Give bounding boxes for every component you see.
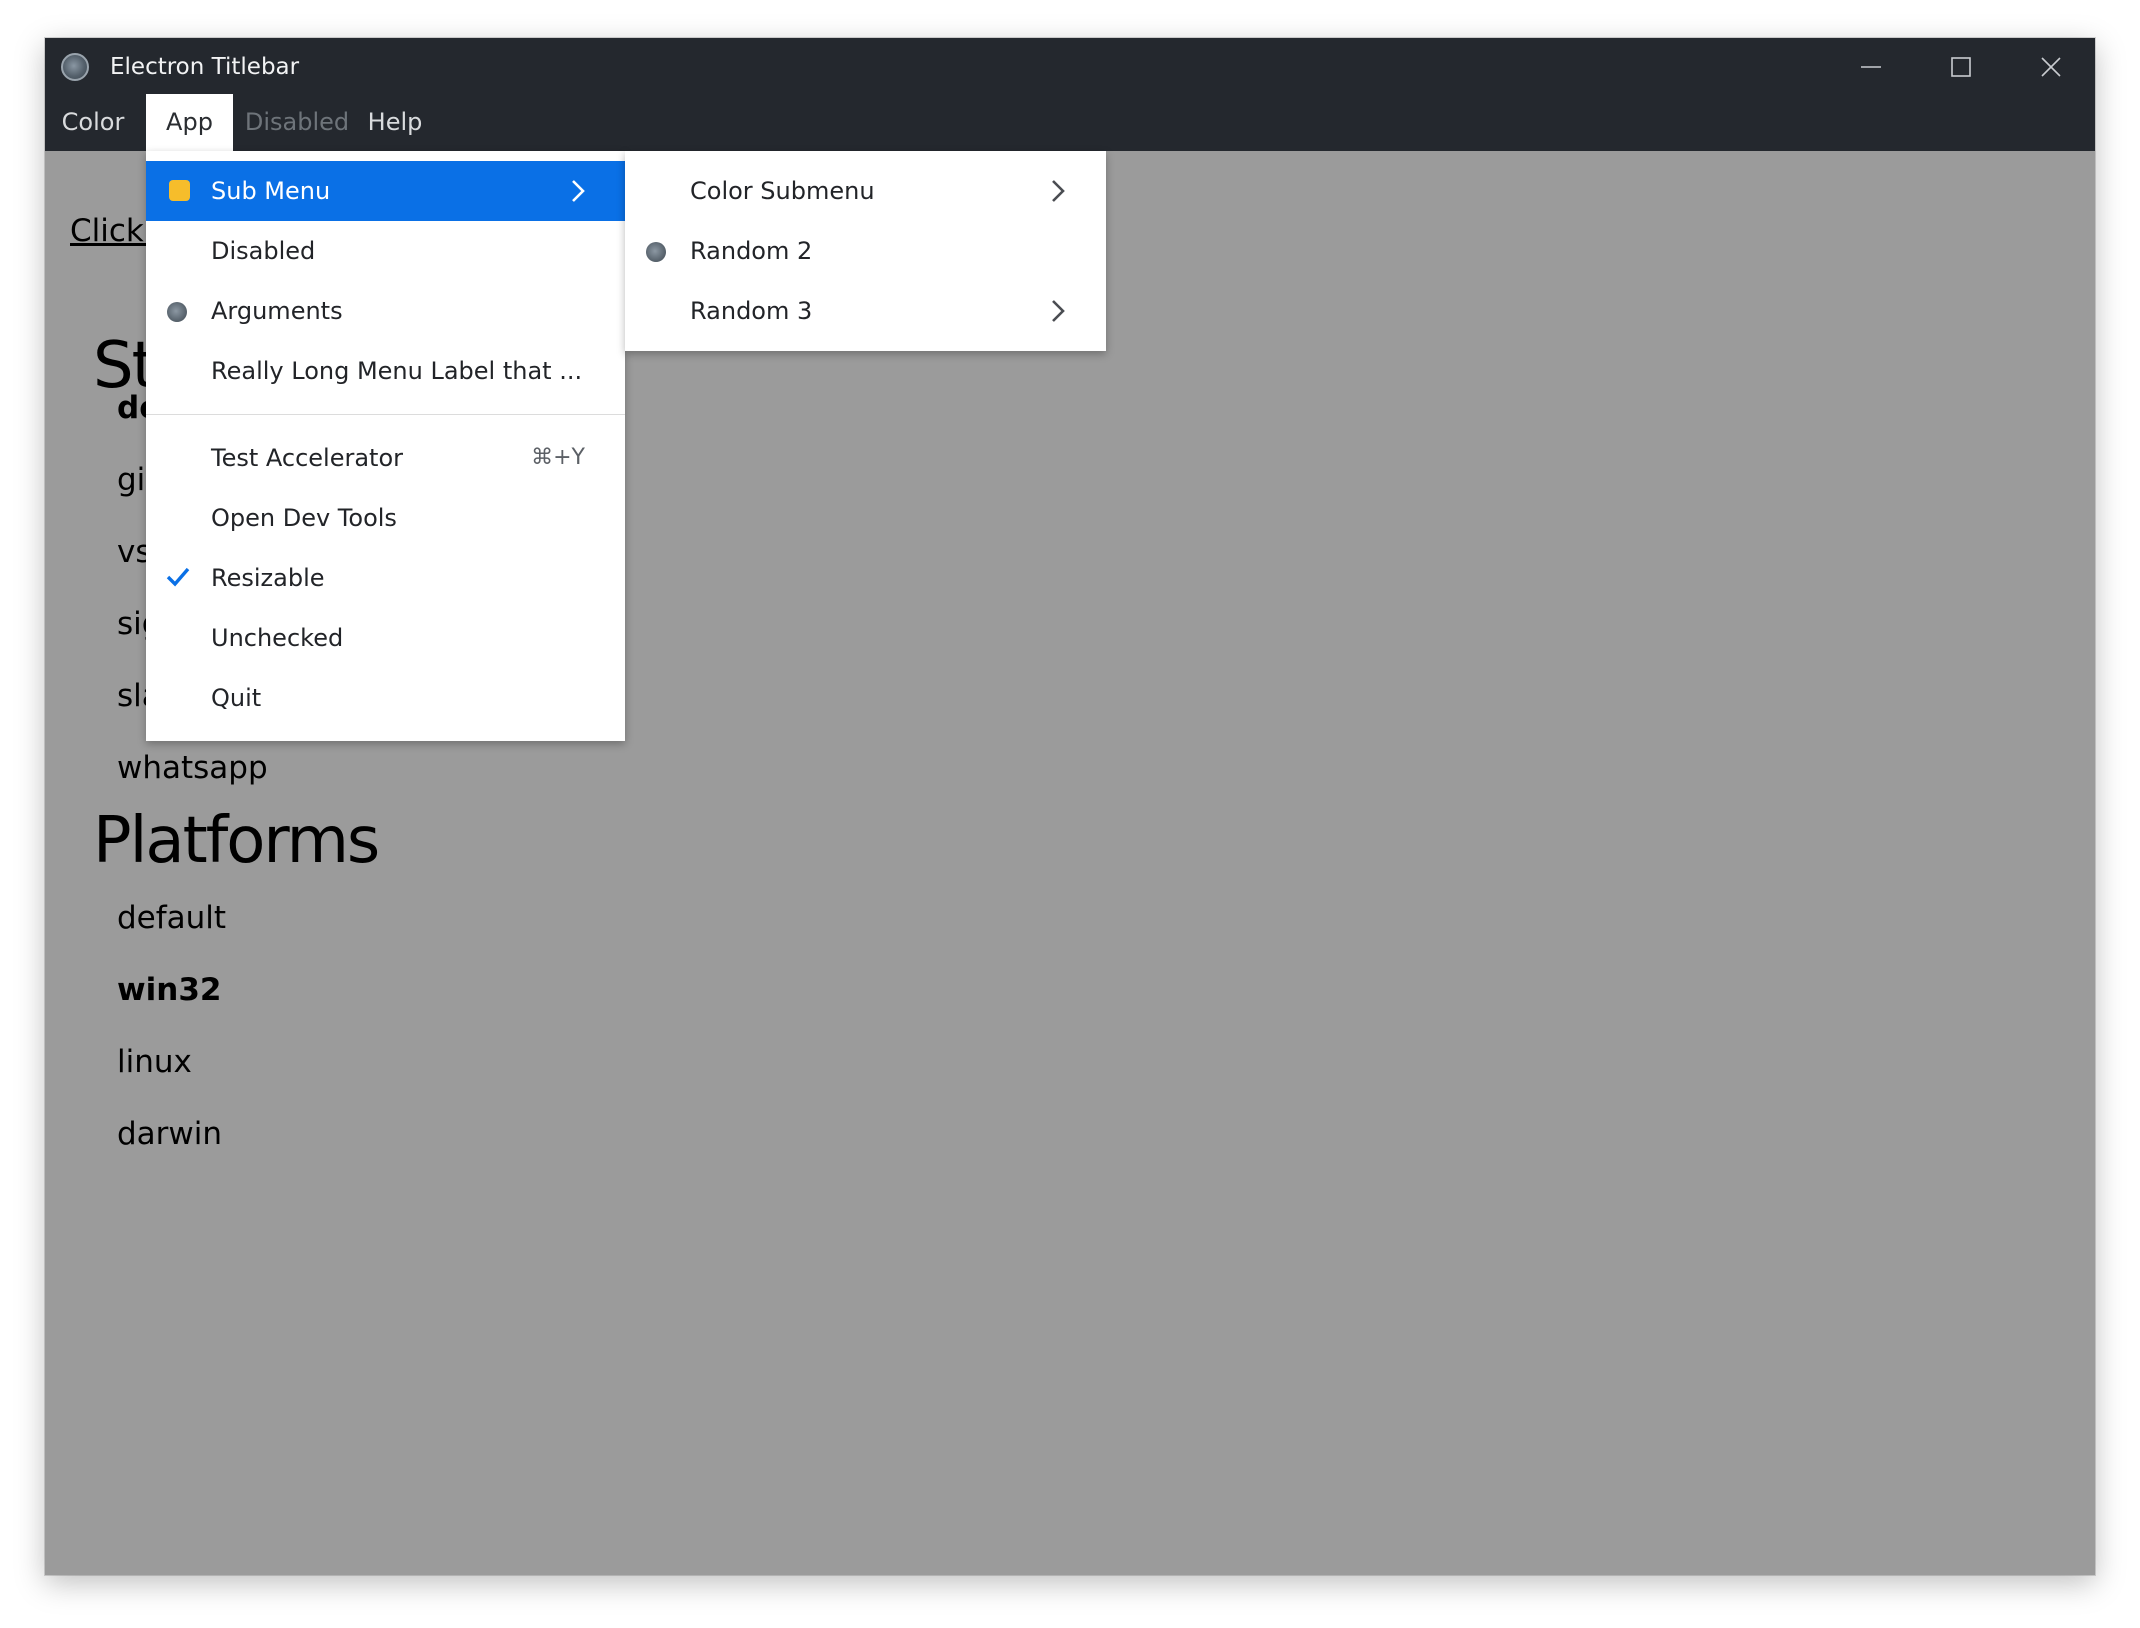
window-title: Electron Titlebar	[110, 54, 300, 80]
menubar-item-help[interactable]: Help	[361, 94, 429, 151]
close-button[interactable]	[2021, 44, 2081, 90]
titlebar[interactable]: Electron Titlebar Color App Disabled Hel…	[45, 38, 2095, 151]
bulb-icon	[169, 180, 190, 201]
minimize-button[interactable]	[1841, 44, 1901, 90]
menu-item-quit[interactable]: Quit	[146, 668, 625, 728]
electron-radio-icon	[167, 302, 187, 322]
menu-item-label: Quit	[211, 684, 262, 712]
menubar-item-disabled: Disabled	[244, 108, 350, 136]
chevron-right-icon	[572, 180, 585, 202]
close-icon	[2041, 57, 2061, 77]
list-item[interactable]: default	[117, 898, 226, 938]
menubar-item-color[interactable]: Color	[53, 94, 133, 151]
list-item[interactable]: win32	[117, 970, 221, 1010]
section-heading-platforms: Platforms	[93, 804, 380, 878]
menu-item-open-dev-tools[interactable]: Open Dev Tools	[146, 488, 625, 548]
list-item[interactable]: whatsapp	[117, 748, 268, 788]
menu-item-unchecked[interactable]: Unchecked	[146, 608, 625, 668]
menu-item-label: Sub Menu	[211, 177, 331, 205]
submenu-item-color-submenu[interactable]: Color Submenu	[625, 161, 1106, 221]
submenu-item-random-2[interactable]: Random 2	[625, 221, 1106, 281]
submenu: Color Submenu Random 2 Random 3	[625, 151, 1106, 351]
chevron-right-icon	[1052, 300, 1065, 322]
menu-item-disabled[interactable]: Disabled	[146, 221, 625, 281]
menu-item-label: Color Submenu	[690, 177, 875, 205]
menu-item-label: Really Long Menu Label that ...	[211, 357, 583, 385]
maximize-icon	[1951, 57, 1971, 77]
menu-item-really-long-label[interactable]: Really Long Menu Label that ...	[146, 341, 625, 401]
menu-item-label: Open Dev Tools	[211, 504, 397, 532]
menubar-item-app[interactable]: App	[146, 94, 233, 151]
menu-item-label: Arguments	[211, 297, 343, 325]
menu-item-label: Random 3	[690, 297, 813, 325]
menu-item-label: Disabled	[211, 237, 316, 265]
list-item[interactable]: darwin	[117, 1114, 222, 1154]
menu-item-label: Test Accelerator	[211, 444, 404, 472]
maximize-button[interactable]	[1931, 44, 1991, 90]
menu-item-sub-menu[interactable]: Sub Menu	[146, 161, 625, 221]
menu-item-test-accelerator[interactable]: Test Accelerator ⌘+Y	[146, 428, 625, 488]
app-menu: Sub Menu Disabled Arguments Really Long …	[146, 151, 625, 741]
chevron-right-icon	[1052, 180, 1065, 202]
app-window: Electron Titlebar Color App Disabled Hel…	[45, 38, 2095, 1575]
menu-item-label: Random 2	[690, 237, 813, 265]
menu-item-resizable[interactable]: Resizable	[146, 548, 625, 608]
menu-item-label: Resizable	[211, 564, 325, 592]
menu-separator	[146, 414, 625, 415]
checkmark-icon	[166, 567, 190, 587]
menu-item-arguments[interactable]: Arguments	[146, 281, 625, 341]
electron-radio-icon	[646, 242, 666, 262]
submenu-item-random-3[interactable]: Random 3	[625, 281, 1106, 341]
accelerator-label: ⌘+Y	[531, 445, 585, 470]
electron-atom-icon	[61, 53, 89, 81]
menu-item-label: Unchecked	[211, 624, 344, 652]
minimize-icon	[1861, 66, 1881, 68]
list-item[interactable]: linux	[117, 1042, 192, 1082]
